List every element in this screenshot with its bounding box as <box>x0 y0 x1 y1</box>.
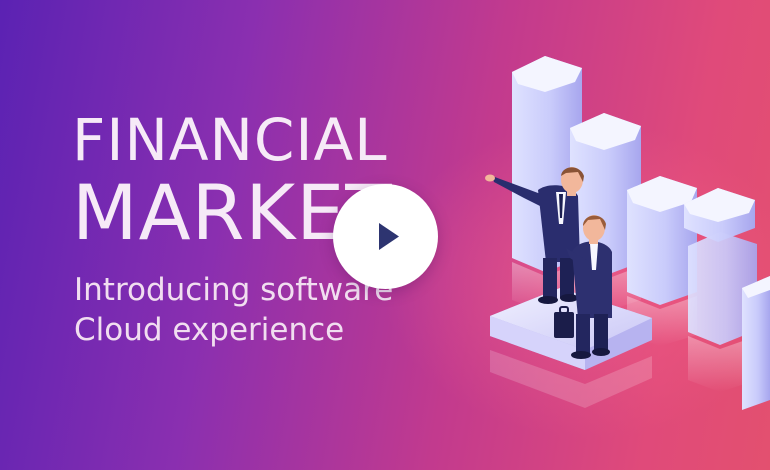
video-thumbnail[interactable]: FINANCIAL MARKET Introducing software Cl… <box>0 0 770 470</box>
play-button[interactable] <box>333 184 438 289</box>
bar-column-5 <box>742 276 770 410</box>
play-icon <box>379 223 399 250</box>
